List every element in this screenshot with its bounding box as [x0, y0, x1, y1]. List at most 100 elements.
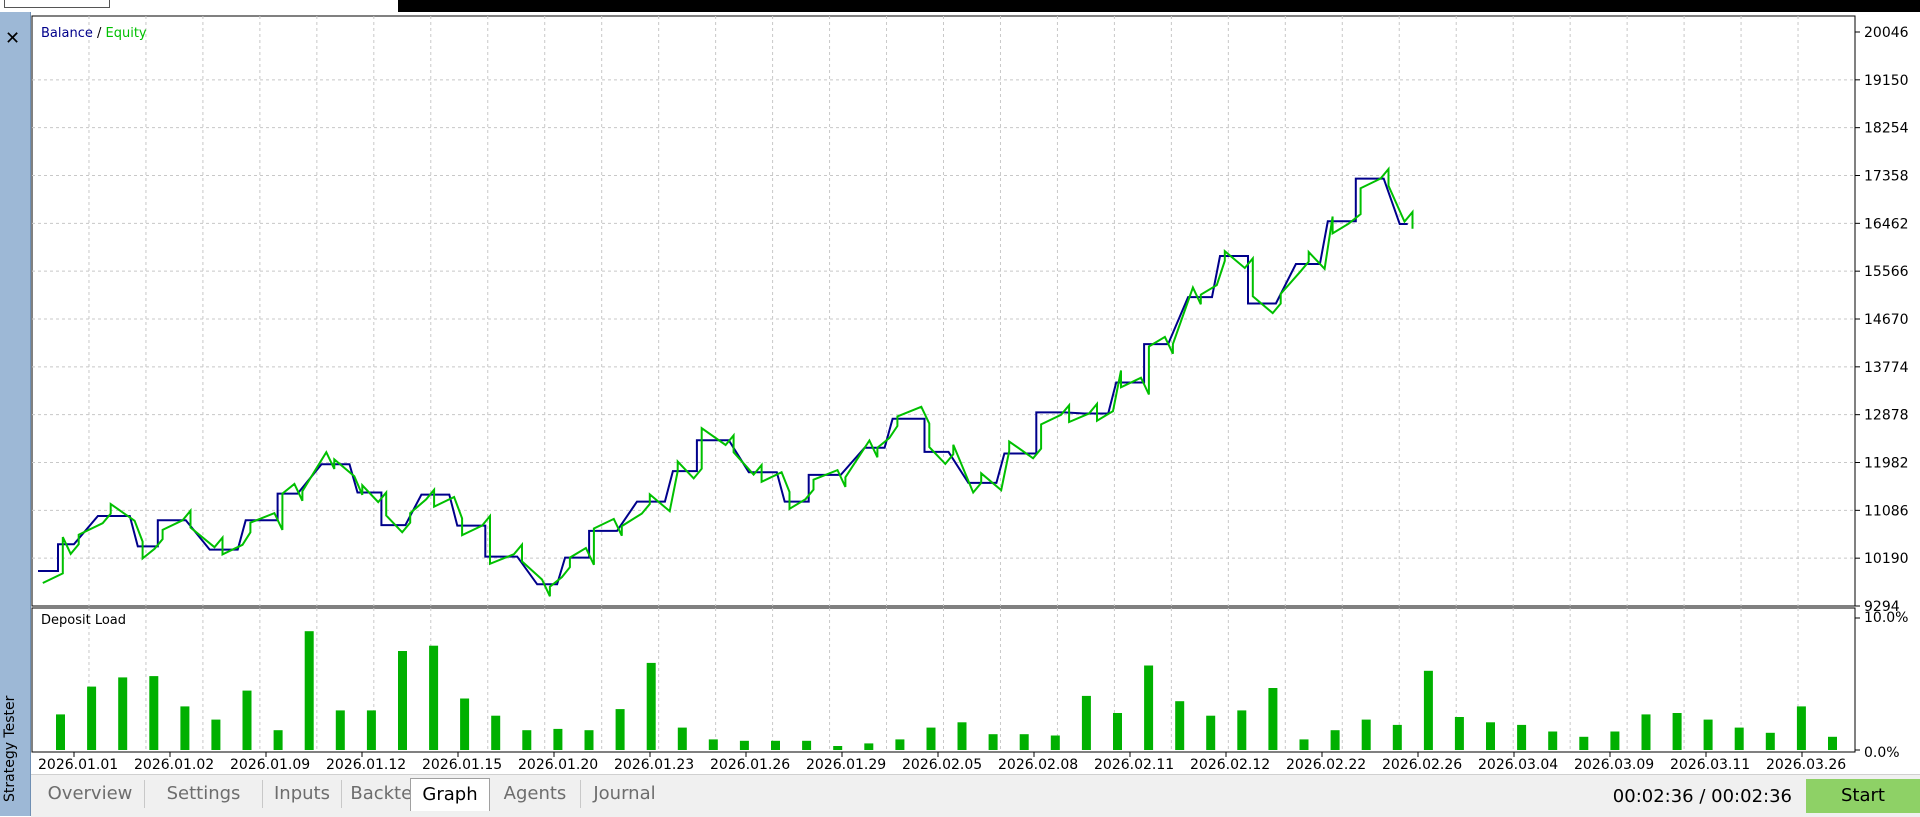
deposit-load-bar	[242, 690, 252, 750]
tab-inputs[interactable]: Inputs	[263, 780, 342, 808]
x-tick-label: 2026.03.09	[1574, 757, 1654, 773]
deposit-load-bar	[366, 710, 376, 750]
x-tick-label: 2026.02.05	[902, 757, 982, 773]
deposit-load-bar	[1206, 715, 1216, 750]
deposit-load-bar	[1579, 736, 1589, 750]
deposit-load-bar	[1454, 717, 1464, 750]
deposit-load-bar	[895, 739, 905, 750]
deposit-load-bar	[584, 730, 594, 750]
deposit-load-bar	[1361, 719, 1371, 750]
x-tick-label: 2026.01.26	[710, 757, 790, 773]
deposit-load-bar	[304, 631, 314, 750]
elapsed-timer: 00:02:36 / 00:02:36	[1612, 786, 1792, 807]
y-tick-label: 10190	[1864, 551, 1909, 567]
tab-journal[interactable]: Journal	[582, 780, 667, 808]
x-tick-label: 2026.01.01	[38, 757, 118, 773]
x-tick-label: 2026.02.12	[1190, 757, 1270, 773]
deposit-load-bar	[1299, 739, 1309, 750]
y-tick-label: 16462	[1864, 216, 1909, 232]
y-tick-label: 13774	[1864, 360, 1909, 376]
deposit-load-bar	[1268, 688, 1278, 750]
x-tick-label: 2026.01.29	[806, 757, 886, 773]
deposit-load-bar	[1672, 713, 1682, 750]
deposit-load-bar	[1703, 719, 1713, 750]
deposit-load-bar	[1641, 714, 1651, 750]
deposit-load-bar	[833, 746, 843, 750]
x-tick-label: 2026.01.02	[134, 757, 214, 773]
deposit-load-bar	[1050, 735, 1060, 750]
y-tick-label: 17358	[1864, 169, 1909, 185]
y-tick-label: 20046	[1864, 25, 1909, 41]
deposit-load-bar	[1144, 665, 1154, 750]
deposit-load-bar	[1175, 701, 1185, 750]
deposit-load-bar	[771, 740, 780, 750]
deposit-load-bar	[1765, 732, 1775, 750]
deposit-load-bar	[1237, 710, 1247, 750]
y-tick-label: 19150	[1864, 73, 1909, 89]
deposit-load-bar	[1548, 731, 1558, 750]
deposit-load-bar	[926, 727, 936, 750]
deposit-load-bar	[398, 651, 407, 750]
x-tick-label: 2026.02.11	[1094, 757, 1174, 773]
deposit-load-bar	[988, 734, 998, 750]
deposit-load-bar	[1517, 724, 1527, 750]
y-tick-label: 15566	[1864, 264, 1909, 280]
deposit-load-bar	[335, 710, 345, 750]
tester-tab-bar: Overview Settings Inputs Backtest Graph …	[31, 774, 1920, 817]
start-button[interactable]: Start	[1806, 779, 1920, 813]
x-tick-label: 2026.03.04	[1478, 757, 1558, 773]
x-tick-label: 2026.03.26	[1766, 757, 1846, 773]
deposit-load-bar	[1330, 730, 1340, 750]
tab-settings[interactable]: Settings	[145, 780, 263, 808]
deposit-load-bar	[1392, 724, 1402, 750]
y-tick-label: 18254	[1864, 121, 1909, 137]
x-tick-label: 2026.01.20	[518, 757, 598, 773]
x-tick-label: 2026.01.12	[326, 757, 406, 773]
deposit-load-bar	[615, 709, 625, 750]
deposit-load-bar	[211, 719, 221, 750]
deposit-load-bar	[1423, 670, 1433, 750]
deposit-load-bar	[864, 743, 874, 750]
deposit-load-bar	[56, 714, 65, 750]
deposit-load-bar	[1019, 734, 1029, 750]
x-tick-label: 2026.02.08	[998, 757, 1078, 773]
x-tick-label: 2026.02.22	[1286, 757, 1366, 773]
x-tick-label: 2026.01.15	[422, 757, 502, 773]
x-tick-label: 2026.02.26	[1382, 757, 1462, 773]
deposit-load-bar	[118, 677, 128, 750]
deposit-load-bar	[677, 727, 687, 750]
deposit-load-title: Deposit Load	[41, 613, 126, 628]
y-tick-label: 0.0%	[1864, 745, 1900, 761]
y-tick-label: 11982	[1864, 456, 1909, 472]
tab-graph[interactable]: Graph	[410, 778, 490, 811]
deposit-load-bar	[491, 715, 501, 750]
chart-area: 20046 19150 18254 17358 16462 15566 14670 13774…	[31, 15, 1909, 773]
deposit-load-bar	[957, 722, 967, 750]
y-tick-label: 10.0%	[1864, 610, 1908, 626]
tab-agents[interactable]: Agents	[490, 780, 581, 808]
deposit-load-bar	[1828, 736, 1837, 750]
deposit-load-bar	[522, 730, 532, 750]
y-tick-label: 12878	[1864, 408, 1909, 424]
deposit-load-bar	[1113, 713, 1122, 750]
deposit-load-bar	[149, 676, 159, 750]
deposit-load-bar	[460, 698, 470, 750]
tab-overview[interactable]: Overview	[36, 780, 145, 808]
deposit-load-bar	[739, 740, 749, 750]
deposit-load-bar	[553, 728, 563, 750]
chart-legend: Balance / Equity	[41, 26, 147, 41]
deposit-load-bar	[273, 730, 283, 750]
deposit-load-bar	[87, 686, 97, 750]
deposit-load-bar	[802, 740, 812, 750]
deposit-load-bar	[1734, 727, 1744, 750]
deposit-load-bar	[1486, 722, 1495, 750]
x-tick-label: 2026.01.09	[230, 757, 310, 773]
deposit-load-bar	[180, 706, 190, 750]
x-tick-label: 2026.01.23	[614, 757, 694, 773]
deposit-load-bar	[646, 662, 656, 750]
deposit-load-bar	[708, 739, 718, 750]
deposit-load-bar	[429, 645, 439, 750]
y-tick-label: 11086	[1864, 503, 1909, 519]
deposit-load-bar	[1610, 731, 1620, 750]
deposit-load-bar	[1796, 706, 1806, 750]
